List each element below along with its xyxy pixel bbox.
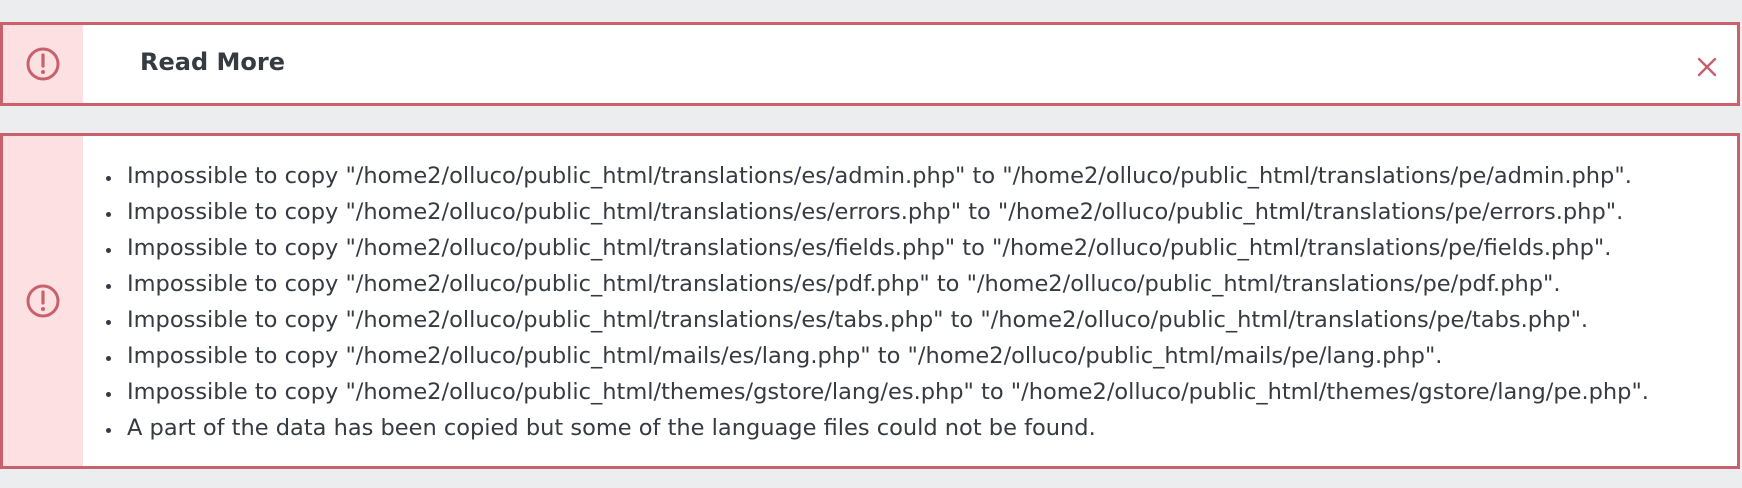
error-message: Impossible to copy "/home2/olluco/public… bbox=[123, 194, 1737, 230]
close-icon bbox=[1697, 57, 1717, 77]
close-button[interactable] bbox=[1695, 55, 1719, 79]
error-message-list: Impossible to copy "/home2/olluco/public… bbox=[83, 136, 1737, 466]
alert-icon-column bbox=[3, 25, 83, 103]
info-message: A part of the data has been copied but s… bbox=[123, 410, 1737, 446]
error-message: Impossible to copy "/home2/olluco/public… bbox=[123, 230, 1737, 266]
error-message: Impossible to copy "/home2/olluco/public… bbox=[123, 302, 1737, 338]
error-message: Impossible to copy "/home2/olluco/public… bbox=[123, 266, 1737, 302]
error-message: Impossible to copy "/home2/olluco/public… bbox=[123, 158, 1737, 194]
error-message: Impossible to copy "/home2/olluco/public… bbox=[123, 374, 1737, 410]
error-alert: Impossible to copy "/home2/olluco/public… bbox=[0, 133, 1740, 469]
read-more-title[interactable]: Read More bbox=[140, 47, 285, 77]
alert-icon-column bbox=[3, 136, 83, 466]
error-message: Impossible to copy "/home2/olluco/public… bbox=[123, 338, 1737, 374]
alert-circle-icon bbox=[26, 47, 60, 81]
read-more-alert: Read More bbox=[0, 22, 1740, 106]
alert-circle-icon bbox=[26, 284, 60, 318]
